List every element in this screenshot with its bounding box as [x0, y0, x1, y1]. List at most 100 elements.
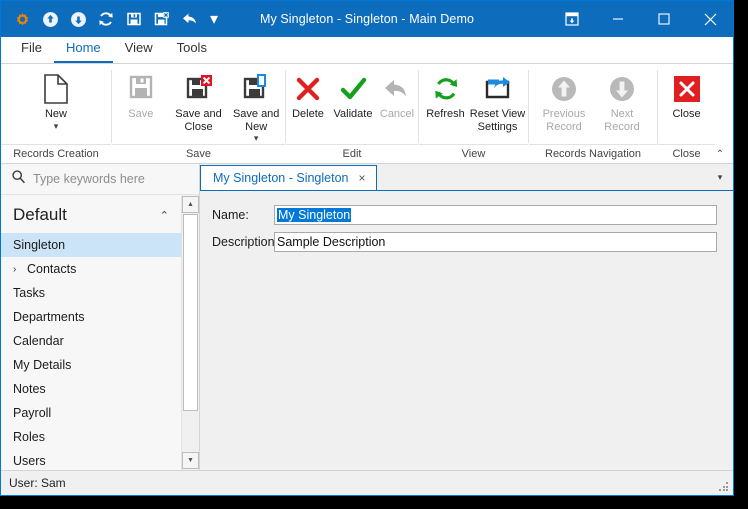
name-field[interactable]: My Singleton [274, 205, 717, 225]
cancel-button[interactable]: Cancel [376, 70, 418, 123]
sidebar-item-label: Tasks [13, 286, 45, 300]
resize-grip-icon[interactable] [719, 482, 729, 492]
save-and-close-button-label: Save and Close [175, 108, 222, 133]
ribbon-tab-home[interactable]: Home [53, 37, 113, 63]
sidebar-item-notes[interactable]: Notes [1, 377, 181, 401]
tab-overflow-icon[interactable]: ▾ [707, 164, 733, 190]
download-icon[interactable] [65, 6, 91, 32]
nav-group-default[interactable]: Default ⌃ [1, 203, 181, 233]
quick-access-overflow-icon[interactable]: ▾ [205, 6, 223, 32]
scroll-up-button[interactable]: ▲ [182, 196, 199, 213]
ribbon-tab-tools[interactable]: Tools [165, 37, 219, 63]
scrollbar-thumb[interactable] [183, 214, 198, 411]
ribbon-group-view: Refresh Reset View Settings View [419, 64, 528, 163]
reset-view-settings-button-label: Reset View Settings [469, 108, 526, 133]
up-arrow-circle-icon [549, 72, 579, 106]
sidebar-item-calendar[interactable]: Calendar [1, 329, 181, 353]
new-button-label: New [44, 108, 67, 120]
ribbon-group-records-creation: New ▾ Records Creation [1, 64, 111, 163]
refresh-icon[interactable] [93, 6, 119, 32]
new-document-icon [41, 72, 71, 106]
sidebar: Type keywords here Default ⌃ Singleton ›… [1, 164, 200, 470]
floppy-disk-close-icon [185, 72, 213, 106]
upload-icon[interactable] [37, 6, 63, 32]
sidebar-item-label: My Details [13, 358, 72, 372]
collapse-ribbon-icon[interactable]: ⌃ [711, 146, 729, 162]
save-and-close-button[interactable]: Save and Close [170, 70, 228, 135]
undo-icon[interactable] [177, 6, 203, 32]
sidebar-item-label: Notes [13, 382, 46, 396]
ribbon-tab-file[interactable]: File [9, 37, 54, 63]
scroll-down-button[interactable]: ▼ [182, 452, 199, 469]
chevron-down-icon[interactable]: ▾ [54, 121, 59, 130]
ribbon-group-label-save: Save [112, 144, 285, 163]
sidebar-item-label: Roles [13, 430, 45, 444]
close-record-button[interactable]: Close [662, 70, 712, 123]
chevron-up-icon[interactable]: ⌃ [160, 209, 169, 222]
sidebar-item-tasks[interactable]: Tasks [1, 281, 181, 305]
new-button[interactable]: New ▾ [26, 70, 86, 132]
name-field-label: Name: [212, 208, 249, 222]
app-gear-icon[interactable] [9, 6, 35, 32]
save-and-close-icon[interactable] [149, 6, 175, 32]
save-button[interactable]: Save [112, 70, 170, 123]
description-field-value: Sample Description [277, 235, 386, 249]
ribbon-group-label-records-navigation: Records Navigation [529, 144, 657, 163]
navigation-wrapper: Default ⌃ Singleton › Contacts Tasks Dep… [1, 195, 199, 470]
previous-record-button-label: Previous Record [542, 108, 586, 133]
sidebar-item-roles[interactable]: Roles [1, 425, 181, 449]
search-input[interactable]: Type keywords here [33, 172, 145, 186]
close-icon[interactable]: × [357, 171, 368, 185]
content-area: My Singleton - Singleton × ▾ Name: My Si… [200, 164, 733, 470]
ribbon-group-close: Close Close [658, 64, 715, 163]
ribbon-tab-view[interactable]: View [113, 37, 165, 63]
refresh-button[interactable]: Refresh [422, 70, 470, 123]
delete-button[interactable]: Delete [286, 70, 330, 123]
refresh-button-label: Refresh [426, 108, 465, 120]
sidebar-scrollbar[interactable]: ▲ ▼ [181, 195, 199, 470]
navigation-list: Default ⌃ Singleton › Contacts Tasks Dep… [1, 195, 181, 470]
validate-button[interactable]: Validate [330, 70, 376, 123]
sidebar-item-users[interactable]: Users [1, 449, 181, 470]
ribbon-group-label-records-creation: Records Creation [1, 144, 111, 163]
nav-group-title: Default [13, 205, 67, 224]
save-and-new-button[interactable]: Save and New ▾ [227, 70, 285, 144]
reset-view-icon [484, 72, 512, 106]
close-button[interactable] [687, 1, 733, 37]
next-record-button[interactable]: Next Record [593, 70, 651, 135]
ribbon-group-label-close: Close [658, 144, 715, 163]
cancel-button-label: Cancel [379, 108, 415, 120]
search-box[interactable]: Type keywords here [1, 164, 199, 195]
floppy-disk-icon [127, 72, 155, 106]
reset-view-settings-button[interactable]: Reset View Settings [470, 70, 526, 135]
document-tab-my-singleton[interactable]: My Singleton - Singleton × [200, 165, 377, 190]
status-bar: User: Sam [1, 470, 733, 495]
ribbon-display-options-icon[interactable] [549, 1, 595, 37]
sidebar-item-contacts[interactable]: › Contacts [1, 257, 181, 281]
search-icon [11, 169, 26, 189]
refresh-circular-icon [432, 72, 460, 106]
chevron-down-icon[interactable]: ▾ [254, 134, 259, 143]
save-icon[interactable] [121, 6, 147, 32]
save-button-label: Save [128, 108, 154, 120]
green-check-icon [339, 72, 367, 106]
previous-record-button[interactable]: Previous Record [535, 70, 593, 135]
minimize-button[interactable] [595, 1, 641, 37]
scrollbar-track[interactable] [183, 214, 198, 451]
form-row-description: Description: Sample Description [212, 232, 717, 252]
sidebar-item-departments[interactable]: Departments [1, 305, 181, 329]
sidebar-item-payroll[interactable]: Payroll [1, 401, 181, 425]
sidebar-item-label: Calendar [13, 334, 64, 348]
chevron-right-icon[interactable]: › [13, 264, 27, 275]
description-field[interactable]: Sample Description [274, 232, 717, 252]
next-record-button-label: Next Record [604, 108, 640, 133]
maximize-button[interactable] [641, 1, 687, 37]
ribbon-group-edit: Delete Validate Cancel Edit [286, 64, 418, 163]
sidebar-item-my-details[interactable]: My Details [1, 353, 181, 377]
application-window: ▾ My Singleton - Singleton - Main Demo F… [0, 0, 734, 496]
red-cross-icon [294, 72, 322, 106]
sidebar-item-singleton[interactable]: Singleton [1, 233, 181, 257]
ribbon-group-label-view: View [419, 144, 528, 163]
quick-access-toolbar: ▾ [1, 6, 223, 32]
document-tab-strip: My Singleton - Singleton × ▾ [200, 164, 733, 191]
